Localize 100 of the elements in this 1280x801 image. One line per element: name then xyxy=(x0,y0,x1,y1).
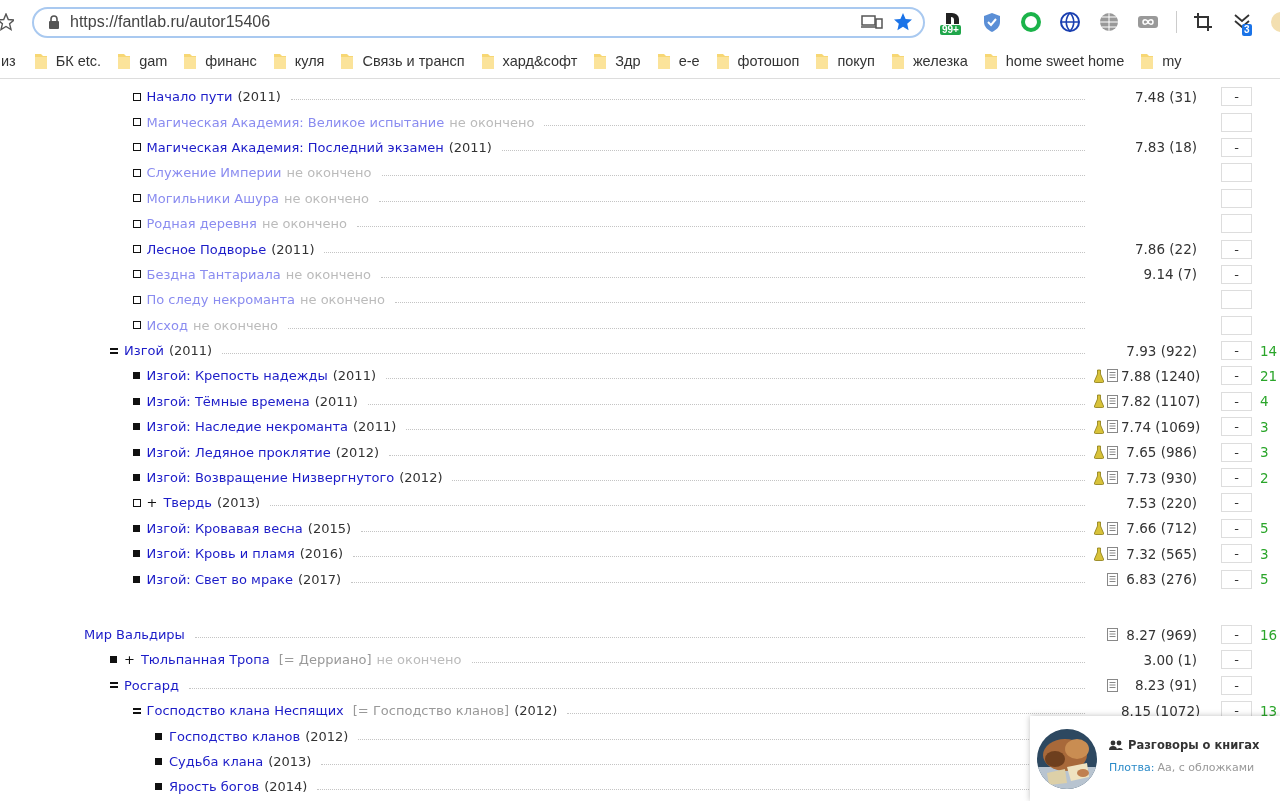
vote-button[interactable]: - xyxy=(1221,264,1252,284)
work-link[interactable]: Изгой: Крепость надежды xyxy=(146,368,328,384)
year-text: (2012) xyxy=(514,703,558,719)
vote-button[interactable]: - xyxy=(1221,650,1252,670)
rating-text: 8.23 (91) xyxy=(1133,677,1197,694)
flask-icon[interactable] xyxy=(1094,521,1104,536)
bookmark-folder[interactable]: home sweet home xyxy=(975,47,1133,75)
work-link[interactable]: Изгой: Ледяное проклятие xyxy=(146,444,331,460)
bookmark-folder[interactable]: финанс xyxy=(175,47,265,75)
bookmark-folder[interactable]: Здр xyxy=(585,47,649,75)
note-icon[interactable] xyxy=(1107,445,1118,459)
bookmark-folder[interactable]: покуп xyxy=(807,47,883,75)
bookmark-folder[interactable]: хард&софт xyxy=(472,47,586,75)
rating-text: 7.88 (1240) xyxy=(1121,368,1197,384)
flask-icon[interactable] xyxy=(1094,445,1104,460)
flask-icon[interactable] xyxy=(1094,394,1104,409)
square-outline-icon xyxy=(132,245,141,254)
note-icon[interactable] xyxy=(1107,678,1118,692)
work-link[interactable]: Начало пути xyxy=(146,89,233,105)
collapse-icon[interactable] xyxy=(132,706,141,715)
vote-button[interactable]: - xyxy=(1221,87,1252,107)
rating-text: 7.32 (565) xyxy=(1125,545,1197,562)
folder-icon xyxy=(117,52,132,70)
bookmark-folder[interactable]: фотошоп xyxy=(707,47,808,75)
vote-button[interactable]: - xyxy=(1221,518,1252,538)
address-bar[interactable]: https://fantlab.ru/autor15406 xyxy=(32,6,925,38)
vote-button[interactable]: - xyxy=(1221,493,1252,513)
note-icon[interactable] xyxy=(1107,572,1118,586)
work-link[interactable]: Изгой: Кровавая весна xyxy=(146,520,303,536)
work-link[interactable]: Изгой: Возвращение Низвергнутого xyxy=(146,470,395,486)
work-link[interactable]: Твердь xyxy=(163,495,212,511)
rating-text: 9.14 (7) xyxy=(1142,266,1197,283)
note-icon[interactable] xyxy=(1107,394,1118,408)
vote-button[interactable]: - xyxy=(1221,468,1252,488)
work-link[interactable]: Господство кланов xyxy=(169,728,301,744)
bookmark-folder[interactable]: железка xyxy=(882,47,976,75)
devices-icon[interactable] xyxy=(861,14,883,30)
star-icon[interactable] xyxy=(893,12,913,32)
work-link[interactable]: Росгард xyxy=(124,677,179,693)
vote-button[interactable]: - xyxy=(1221,366,1252,386)
collapse-icon[interactable] xyxy=(110,681,118,690)
bookmark-folder[interactable]: gam xyxy=(109,47,176,75)
count-badge: 99+ xyxy=(940,25,961,35)
note-icon[interactable] xyxy=(1107,369,1118,383)
work-link[interactable]: Изгой: Кровь и пламя xyxy=(146,546,295,562)
year-text: (2011) xyxy=(448,139,492,155)
count-badge: 3 xyxy=(1242,24,1252,36)
flask-icon[interactable] xyxy=(1094,419,1104,434)
bookmark-folder[interactable]: куля xyxy=(264,47,333,75)
note-icon[interactable] xyxy=(1107,547,1118,561)
shield-icon[interactable] xyxy=(981,11,1003,33)
author-link[interactable]: Плотва: xyxy=(1109,760,1155,774)
vote-button[interactable]: - xyxy=(1221,341,1252,361)
note-icon[interactable] xyxy=(1107,420,1118,434)
vote-button[interactable]: - xyxy=(1221,417,1252,437)
collapse-icon[interactable] xyxy=(110,346,118,355)
vote-button[interactable]: - xyxy=(1221,569,1252,589)
flask-icon[interactable] xyxy=(1094,470,1104,485)
work-link[interactable]: Изгой: Тёмные времена xyxy=(146,393,310,409)
work-link[interactable]: Изгой xyxy=(124,343,164,359)
note-icon[interactable] xyxy=(1107,471,1118,485)
bookmark-star-icon[interactable] xyxy=(0,13,14,31)
bookmark-folder[interactable]: БК etc. xyxy=(25,47,110,75)
square-icon xyxy=(132,397,140,405)
work-link[interactable]: Магическая Академия: Последний экзамен xyxy=(146,139,444,155)
work-link[interactable]: Господство клана Неспящих xyxy=(146,703,344,719)
bookmark-folder[interactable]: е-е xyxy=(648,47,708,75)
work-link[interactable]: Ярость богов xyxy=(169,779,260,795)
rating-text: 7.48 (31) xyxy=(1133,88,1197,105)
work-link[interactable]: Тюльпанная Тропа xyxy=(140,652,270,668)
work-link[interactable]: Лесное Подворье xyxy=(146,241,267,257)
vote-button[interactable]: - xyxy=(1221,239,1252,259)
work-link[interactable]: Изгой: Наследие некроманта xyxy=(146,419,348,435)
vote-button[interactable]: - xyxy=(1221,675,1252,695)
vote-button[interactable]: - xyxy=(1221,137,1252,157)
work-link[interactable]: Судьба клана xyxy=(169,753,264,769)
bookmark-folder[interactable]: Связь и трансп xyxy=(332,47,473,75)
note-icon[interactable] xyxy=(1107,628,1118,641)
bookmark-folder[interactable]: из xyxy=(0,47,26,75)
year-text: (2015) xyxy=(307,520,352,536)
vote-button[interactable]: - xyxy=(1221,442,1252,462)
square-outline-icon xyxy=(132,118,141,127)
crop-icon[interactable] xyxy=(1192,11,1214,33)
rating-text: 7.73 (930) xyxy=(1125,469,1197,486)
vote-button[interactable]: - xyxy=(1221,544,1252,564)
flask-icon[interactable] xyxy=(1094,369,1104,383)
chat-popup[interactable]: Разговоры о книгах Плотва: Аа, с обложками xyxy=(1030,716,1280,801)
year-text: (2012) xyxy=(305,728,349,744)
vote-button[interactable]: - xyxy=(1221,391,1252,411)
note-icon[interactable] xyxy=(1107,521,1118,535)
work-link[interactable]: Изгой: Свет во мраке xyxy=(146,571,293,587)
bookmark-folder[interactable]: my xyxy=(1132,47,1190,75)
status-text: не окончено xyxy=(284,190,370,206)
year-text: (2012) xyxy=(335,444,379,460)
work-link[interactable]: Мир Вальдиры xyxy=(84,627,185,642)
ring-icon[interactable] xyxy=(1020,11,1042,33)
plus-sign: + xyxy=(146,495,158,511)
flask-icon[interactable] xyxy=(1094,546,1104,561)
vote-button[interactable]: - xyxy=(1221,625,1252,644)
globe-icon[interactable] xyxy=(1059,11,1081,33)
